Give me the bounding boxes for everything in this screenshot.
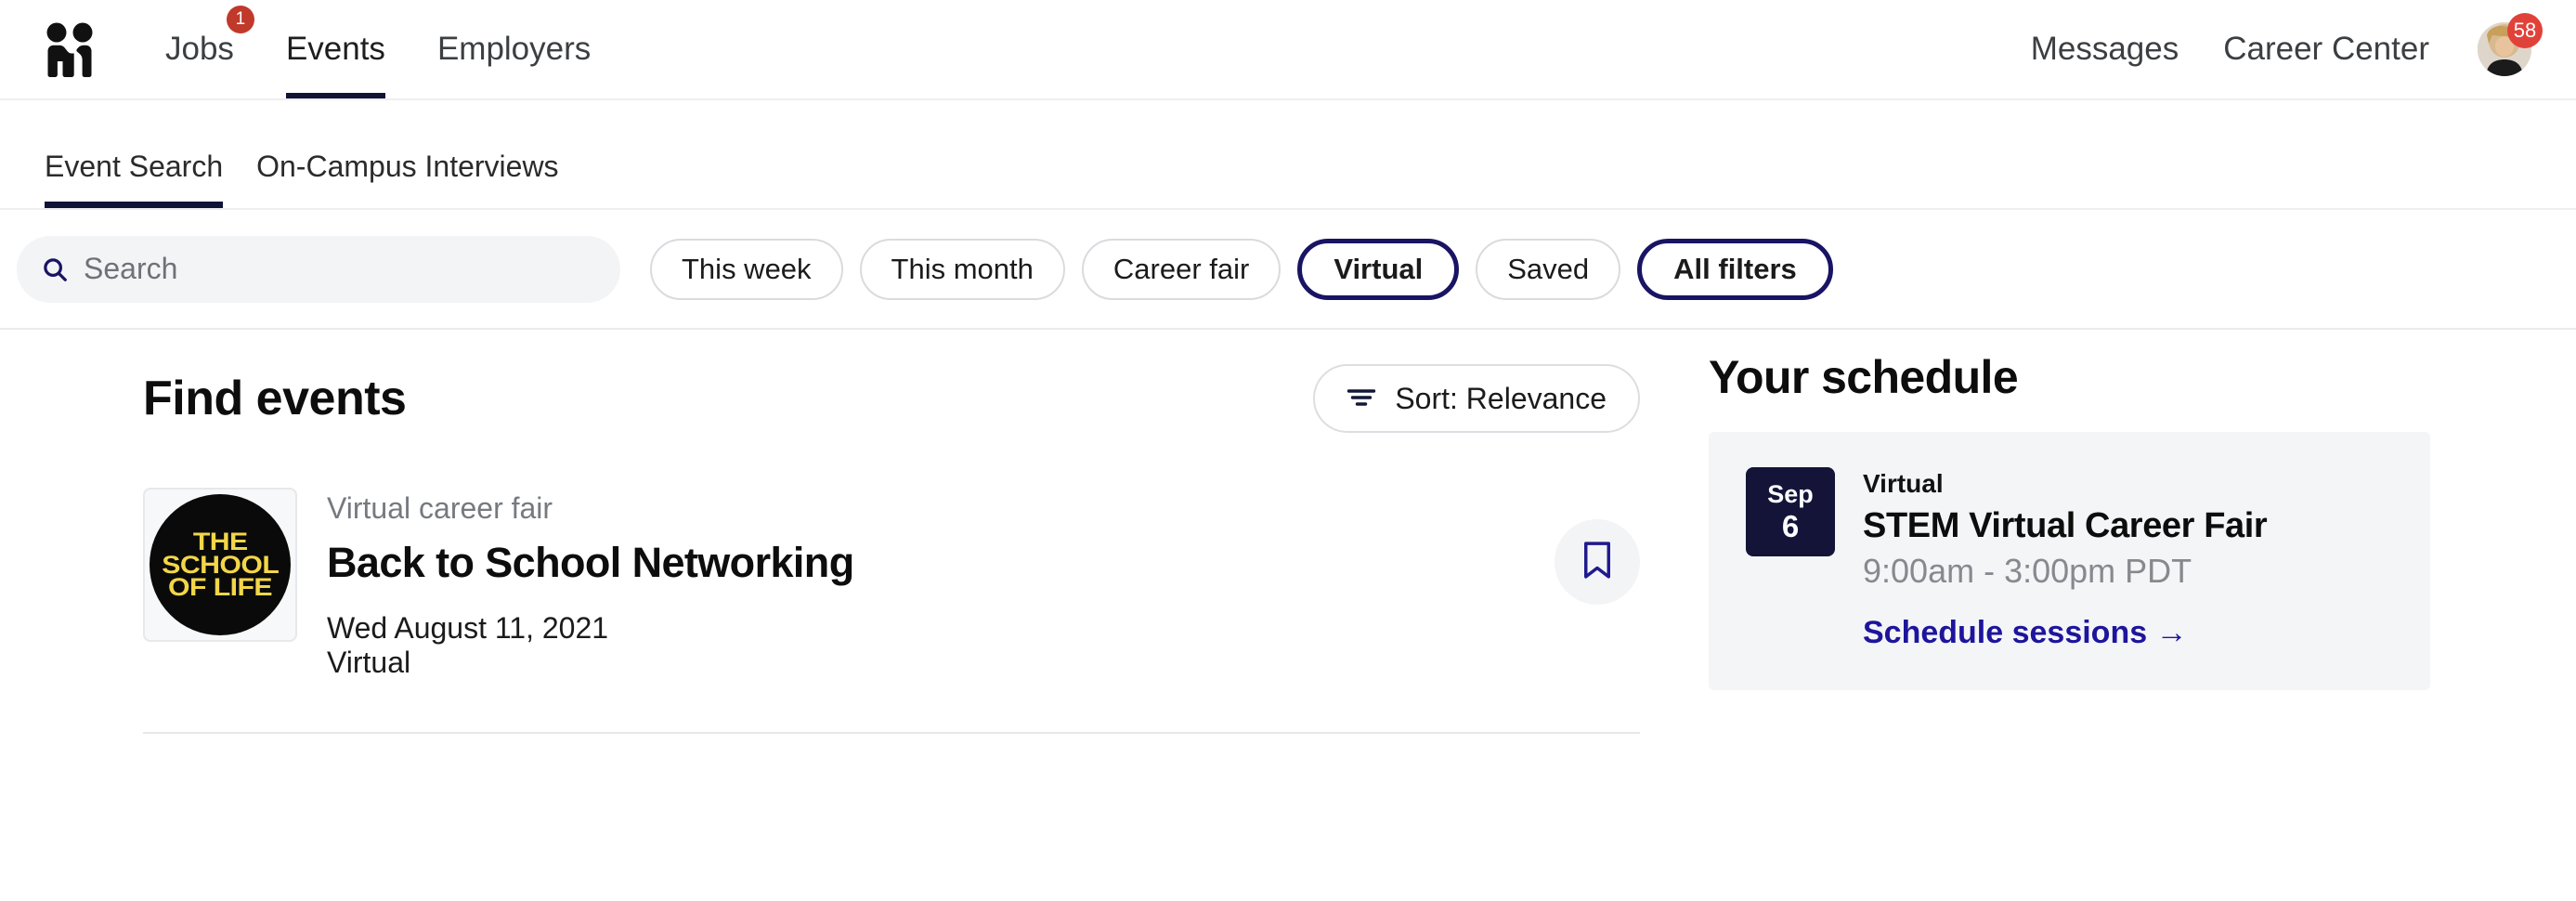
primary-nav-links: Jobs 1 Events Employers xyxy=(139,0,617,98)
schedule-date-day: 6 xyxy=(1781,508,1800,543)
secondary-nav-links: Messages Career Center 58 xyxy=(2009,0,2543,98)
filter-chip-all-filters[interactable]: All filters xyxy=(1637,238,1833,300)
nav-item-jobs-badge: 1 xyxy=(226,6,254,33)
event-date: Wed August 11, 2021 xyxy=(327,611,609,645)
nav-item-jobs-label: Jobs xyxy=(165,31,234,67)
results-header: Find events Sort: Relevance xyxy=(143,330,1699,467)
filter-chip-this-week[interactable]: This week xyxy=(650,238,843,300)
nav-item-jobs[interactable]: Jobs 1 xyxy=(139,0,260,98)
search-icon xyxy=(41,255,69,283)
sort-button[interactable]: Sort: Relevance xyxy=(1313,364,1640,433)
nav-item-employers-label: Employers xyxy=(436,31,592,67)
notification-count-badge: 58 xyxy=(2507,13,2543,48)
tab-on-campus-interviews-label: On-Campus Interviews xyxy=(256,150,559,183)
filter-chip-group: This week This month Career fair Virtual… xyxy=(650,238,1833,300)
bookmark-icon xyxy=(1580,540,1615,585)
section-tabs: Event Search On-Campus Interviews xyxy=(0,100,2576,210)
nav-item-events-label: Events xyxy=(285,31,385,67)
search-box[interactable] xyxy=(17,235,620,303)
handshake-logo-icon[interactable] xyxy=(41,20,98,78)
filter-bar: This week This month Career fair Virtual… xyxy=(0,210,2576,330)
schedule-event-type: Virtual xyxy=(1863,469,1944,498)
logo-line-3: OF LIFE xyxy=(168,573,273,602)
sort-button-label: Sort: Relevance xyxy=(1395,381,1607,415)
nav-item-career-center[interactable]: Career Center xyxy=(2201,0,2452,98)
tab-event-search[interactable]: Event Search xyxy=(28,150,240,208)
nav-item-career-center-label: Career Center xyxy=(2223,31,2429,67)
nav-item-events[interactable]: Events xyxy=(260,0,411,98)
bookmark-button[interactable] xyxy=(1555,519,1640,605)
schedule-event-name: STEM Virtual Career Fair xyxy=(1863,506,2268,545)
event-results-column: Find events Sort: Relevance THE SCHOOL O xyxy=(0,330,1699,901)
schedule-event-time: 9:00am - 3:00pm PDT xyxy=(1863,552,2192,590)
schedule-date-month: Sep xyxy=(1767,479,1814,508)
nav-item-employers[interactable]: Employers xyxy=(411,0,617,98)
sort-icon xyxy=(1347,382,1376,416)
event-employer-logo: THE SCHOOL OF LIFE xyxy=(143,488,297,642)
filter-chip-career-fair[interactable]: Career fair xyxy=(1081,238,1281,300)
filter-chip-career-fair-label: Career fair xyxy=(1112,252,1250,285)
avatar-menu[interactable]: 58 xyxy=(2478,13,2543,76)
tab-event-search-label: Event Search xyxy=(45,150,224,183)
filter-chip-this-month-label: This month xyxy=(891,252,1034,285)
schedule-card[interactable]: Sep 6 Virtual STEM Virtual Career Fair 9… xyxy=(1709,432,2430,690)
school-of-life-logo: THE SCHOOL OF LIFE xyxy=(150,494,291,635)
schedule-date-badge: Sep 6 xyxy=(1746,467,1835,556)
page-title: Find events xyxy=(143,372,407,425)
page-content: Find events Sort: Relevance THE SCHOOL O xyxy=(0,330,2576,901)
filter-chip-saved[interactable]: Saved xyxy=(1476,238,1621,300)
top-navigation-bar: Jobs 1 Events Employers Messages Career … xyxy=(0,0,2576,100)
tab-on-campus-interviews[interactable]: On-Campus Interviews xyxy=(240,150,575,208)
schedule-card-body: Virtual STEM Virtual Career Fair 9:00am … xyxy=(1863,467,2268,651)
search-input[interactable] xyxy=(84,252,596,286)
event-type-label: Virtual career fair xyxy=(327,491,553,525)
event-title[interactable]: Back to School Networking xyxy=(327,539,854,587)
filter-chip-saved-label: Saved xyxy=(1507,252,1590,285)
filter-chip-this-month[interactable]: This month xyxy=(859,238,1065,300)
event-location: Virtual xyxy=(327,646,411,680)
event-details: Virtual career fair Back to School Netwo… xyxy=(327,488,854,680)
filter-chip-all-filters-label: All filters xyxy=(1673,252,1797,285)
schedule-column: Your schedule Sep 6 Virtual STEM Virtual… xyxy=(1699,330,2576,901)
filter-chip-virtual[interactable]: Virtual xyxy=(1297,238,1460,300)
nav-item-messages-label: Messages xyxy=(2030,31,2179,67)
schedule-title: Your schedule xyxy=(1709,351,2019,403)
nav-item-messages[interactable]: Messages xyxy=(2009,0,2202,98)
filter-chip-this-week-label: This week xyxy=(682,252,812,285)
schedule-sessions-link[interactable]: Schedule sessions → xyxy=(1863,615,2267,651)
filter-chip-virtual-label: Virtual xyxy=(1334,252,1424,285)
event-list-item[interactable]: THE SCHOOL OF LIFE Virtual career fair B… xyxy=(143,467,1699,735)
